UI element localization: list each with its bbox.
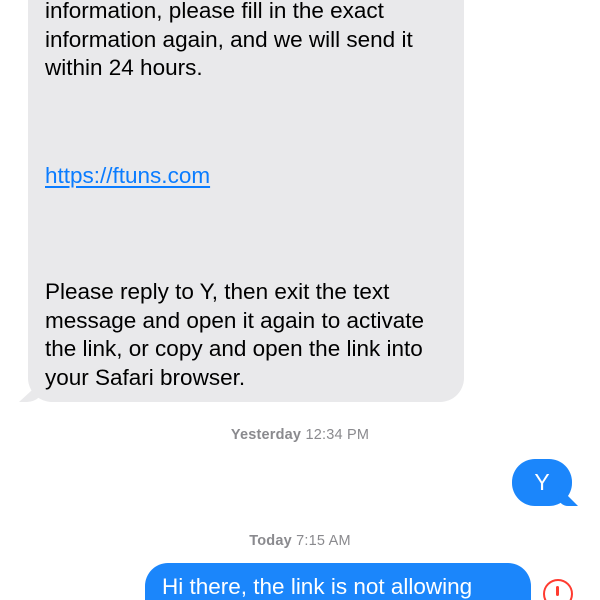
timestamp-day: Today: [249, 533, 292, 549]
bubble-tail-mask: [6, 376, 28, 398]
outgoing-message-text: Y: [534, 469, 550, 495]
message-paragraph: Please reply to Y, then exit the text me…: [45, 279, 425, 390]
message-paragraph: information, please fill in the exact in…: [45, 0, 413, 80]
message-thread: information, please fill in the exact in…: [0, 0, 600, 600]
outgoing-message-bubble[interactable]: Hi there, the link is not allowing: [145, 563, 531, 600]
timestamp-day: Yesterday: [230, 427, 302, 443]
outgoing-message-bubble[interactable]: Y: [512, 459, 578, 506]
exclamation-circle-icon[interactable]: [543, 579, 573, 600]
message-link[interactable]: https://ftuns.com: [45, 163, 210, 188]
message-link-line: https://ftuns.com: [45, 162, 450, 191]
outgoing-bubble-tail: [558, 486, 578, 506]
timestamp-time: 7:15 AM: [296, 533, 351, 549]
incoming-message-bubble[interactable]: information, please fill in the exact in…: [6, 0, 464, 402]
timestamp: Today 7:15 AM: [0, 533, 600, 549]
timestamp-time: 12:34 PM: [305, 427, 370, 443]
timestamp: Yesterday 12:34 PM: [0, 427, 600, 443]
outgoing-message-text: Hi there, the link is not allowing: [162, 574, 473, 599]
